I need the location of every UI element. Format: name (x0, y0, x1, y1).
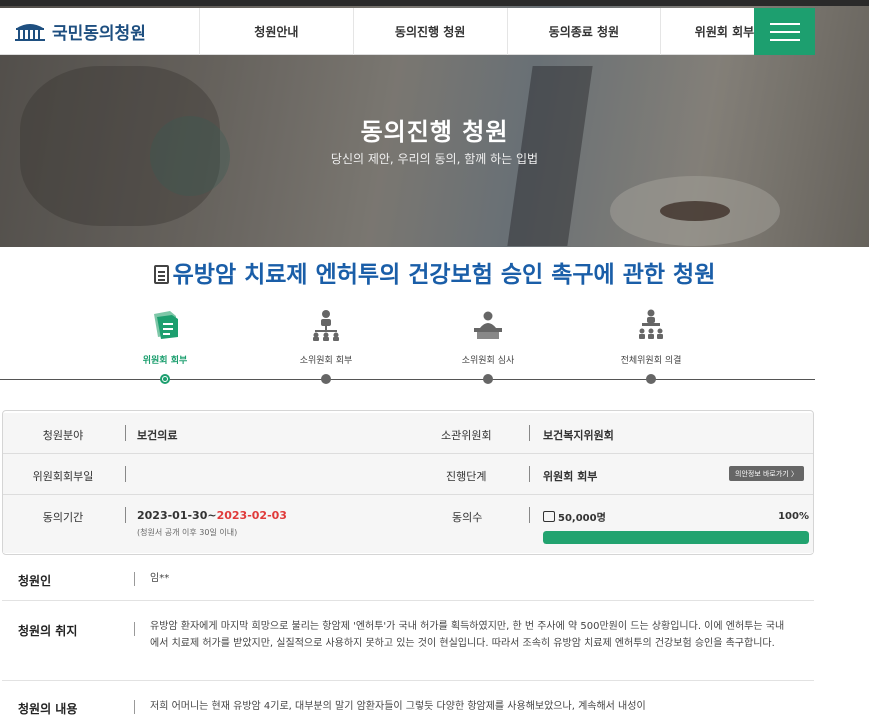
petition-title-wrap: 유방암 치료제 엔허투의 건강보험 승인 촉구에 관한 청원 (0, 255, 869, 289)
count-label: 동의수 (452, 511, 483, 524)
content-row: 청원의 내용 저희 어머니는 현재 유방암 4기로, 대부분의 말기 암환자들이… (2, 681, 814, 721)
menu-line (769, 22, 800, 25)
meeting-icon (428, 305, 548, 345)
menu-line (769, 30, 800, 33)
divider (529, 507, 530, 523)
step-dot (483, 374, 493, 384)
nav-closed-petitions[interactable]: 동의종료 청원 (508, 7, 662, 55)
step-full-committee-vote: 전체위원회 의결 (591, 305, 711, 366)
divider (529, 425, 530, 441)
step-label: 소위원회 심사 (461, 356, 515, 366)
step-label: 전체위원회 의결 (620, 356, 682, 366)
content-label: 청원의 내용 (18, 702, 78, 716)
divider (134, 700, 135, 714)
divider (125, 466, 126, 482)
field-label: 청원분야 (42, 429, 84, 442)
purpose-text: 유방암 환자에게 마지막 희망으로 불리는 항암제 '엔허투'가 국내 허가를 … (150, 621, 785, 649)
hero-subtitle: 당신의 제안, 우리의 동의, 함께 하는 입법 (330, 152, 539, 166)
count-value: 50,000명 (558, 513, 606, 524)
step-label: 위원회 회부 (142, 356, 188, 366)
step-subcommittee-review: 소위원회 심사 (428, 305, 548, 366)
divider (134, 572, 135, 586)
progress-track (0, 379, 815, 380)
agreement-progress-bar (543, 531, 809, 544)
committee-value: 보건복지위원회 (543, 429, 614, 442)
step-committee-referral: 위원회 회부 (105, 305, 225, 366)
nav-petition-guide[interactable]: 청원안내 (200, 7, 354, 55)
info-row: 위원회회부일 진행단계 위원회 회부 의안정보 바로가기 〉 (3, 454, 813, 495)
org-chart-icon (266, 305, 386, 345)
petition-title: 유방암 치료제 엔허투의 건강보험 승인 촉구에 관한 청원 (172, 262, 716, 288)
period-end: 2023-02-03 (216, 509, 287, 522)
step-dot-active (160, 374, 170, 384)
info-row: 동의기간 2023-01-30~2023-02-03 (청원서 공개 이후 30… (3, 495, 813, 553)
assembly-logo-icon (14, 20, 46, 42)
content-text: 저희 어머니는 현재 유방암 4기로, 대부분의 말기 암환자들이 그렇듯 다양… (150, 701, 646, 712)
step-label: 소위원회 회부 (299, 356, 353, 366)
assembly-icon (591, 305, 711, 345)
step-dot (321, 374, 331, 384)
petitioner-label: 청원인 (18, 574, 52, 588)
petition-info-table: 청원분야 보건의료 소관위원회 보건복지위원회 위원회회부일 진행단계 위원회 … (2, 410, 814, 555)
petitioner-row: 청원인 임** (2, 556, 814, 601)
period-value: 2023-01-30~2023-02-03 (137, 509, 287, 522)
logo-text: 국민동의청원 (52, 23, 146, 44)
documents-icon (105, 305, 225, 345)
nav-ongoing-petitions[interactable]: 동의진행 청원 (354, 7, 508, 55)
divider (125, 425, 126, 441)
referral-date-label: 위원회회부일 (32, 470, 94, 483)
step-dot (646, 374, 656, 384)
hamburger-menu-button[interactable] (754, 8, 815, 55)
main-nav: 국민동의청원 청원안내 동의진행 청원 동의종료 청원 위원회 회부 청원 (0, 7, 815, 55)
petitioner-value: 임** (150, 573, 170, 584)
site-logo[interactable]: 국민동의청원 (0, 7, 200, 55)
divider (134, 622, 135, 636)
stage-label: 진행단계 (446, 470, 487, 483)
stage-value: 위원회 회부 (543, 470, 598, 483)
purpose-row: 청원의 취지 유방암 환자에게 마지막 희망으로 불리는 항암제 '엔허투'가 … (2, 601, 814, 681)
menu-line (769, 38, 800, 41)
percent-text: 100% (778, 511, 809, 522)
period-start: 2023-01-30~ (137, 509, 217, 522)
bill-info-link-button[interactable]: 의안정보 바로가기 〉 (729, 466, 804, 481)
divider (529, 466, 530, 482)
purpose-label: 청원의 취지 (18, 624, 78, 638)
period-label: 동의기간 (42, 511, 84, 524)
info-row: 청원분야 보건의료 소관위원회 보건복지위원회 (3, 413, 813, 454)
thumbs-up-icon (543, 511, 555, 522)
progress-steps: 위원회 회부 소위원회 회부 소위원회 심사 전체위원회 의결 (0, 305, 869, 385)
committee-label: 소관위원회 (441, 429, 492, 442)
hero-title: 동의진행 청원 (360, 118, 509, 146)
divider (125, 507, 126, 523)
agreement-progress-fill (543, 531, 809, 544)
step-subcommittee-referral: 소위원회 회부 (266, 305, 386, 366)
field-value: 보건의료 (137, 429, 178, 442)
agreement-count: 50,000명 100% (543, 509, 809, 544)
document-icon (153, 265, 169, 284)
period-note: (청원서 공개 이후 30일 이내) (137, 528, 238, 537)
